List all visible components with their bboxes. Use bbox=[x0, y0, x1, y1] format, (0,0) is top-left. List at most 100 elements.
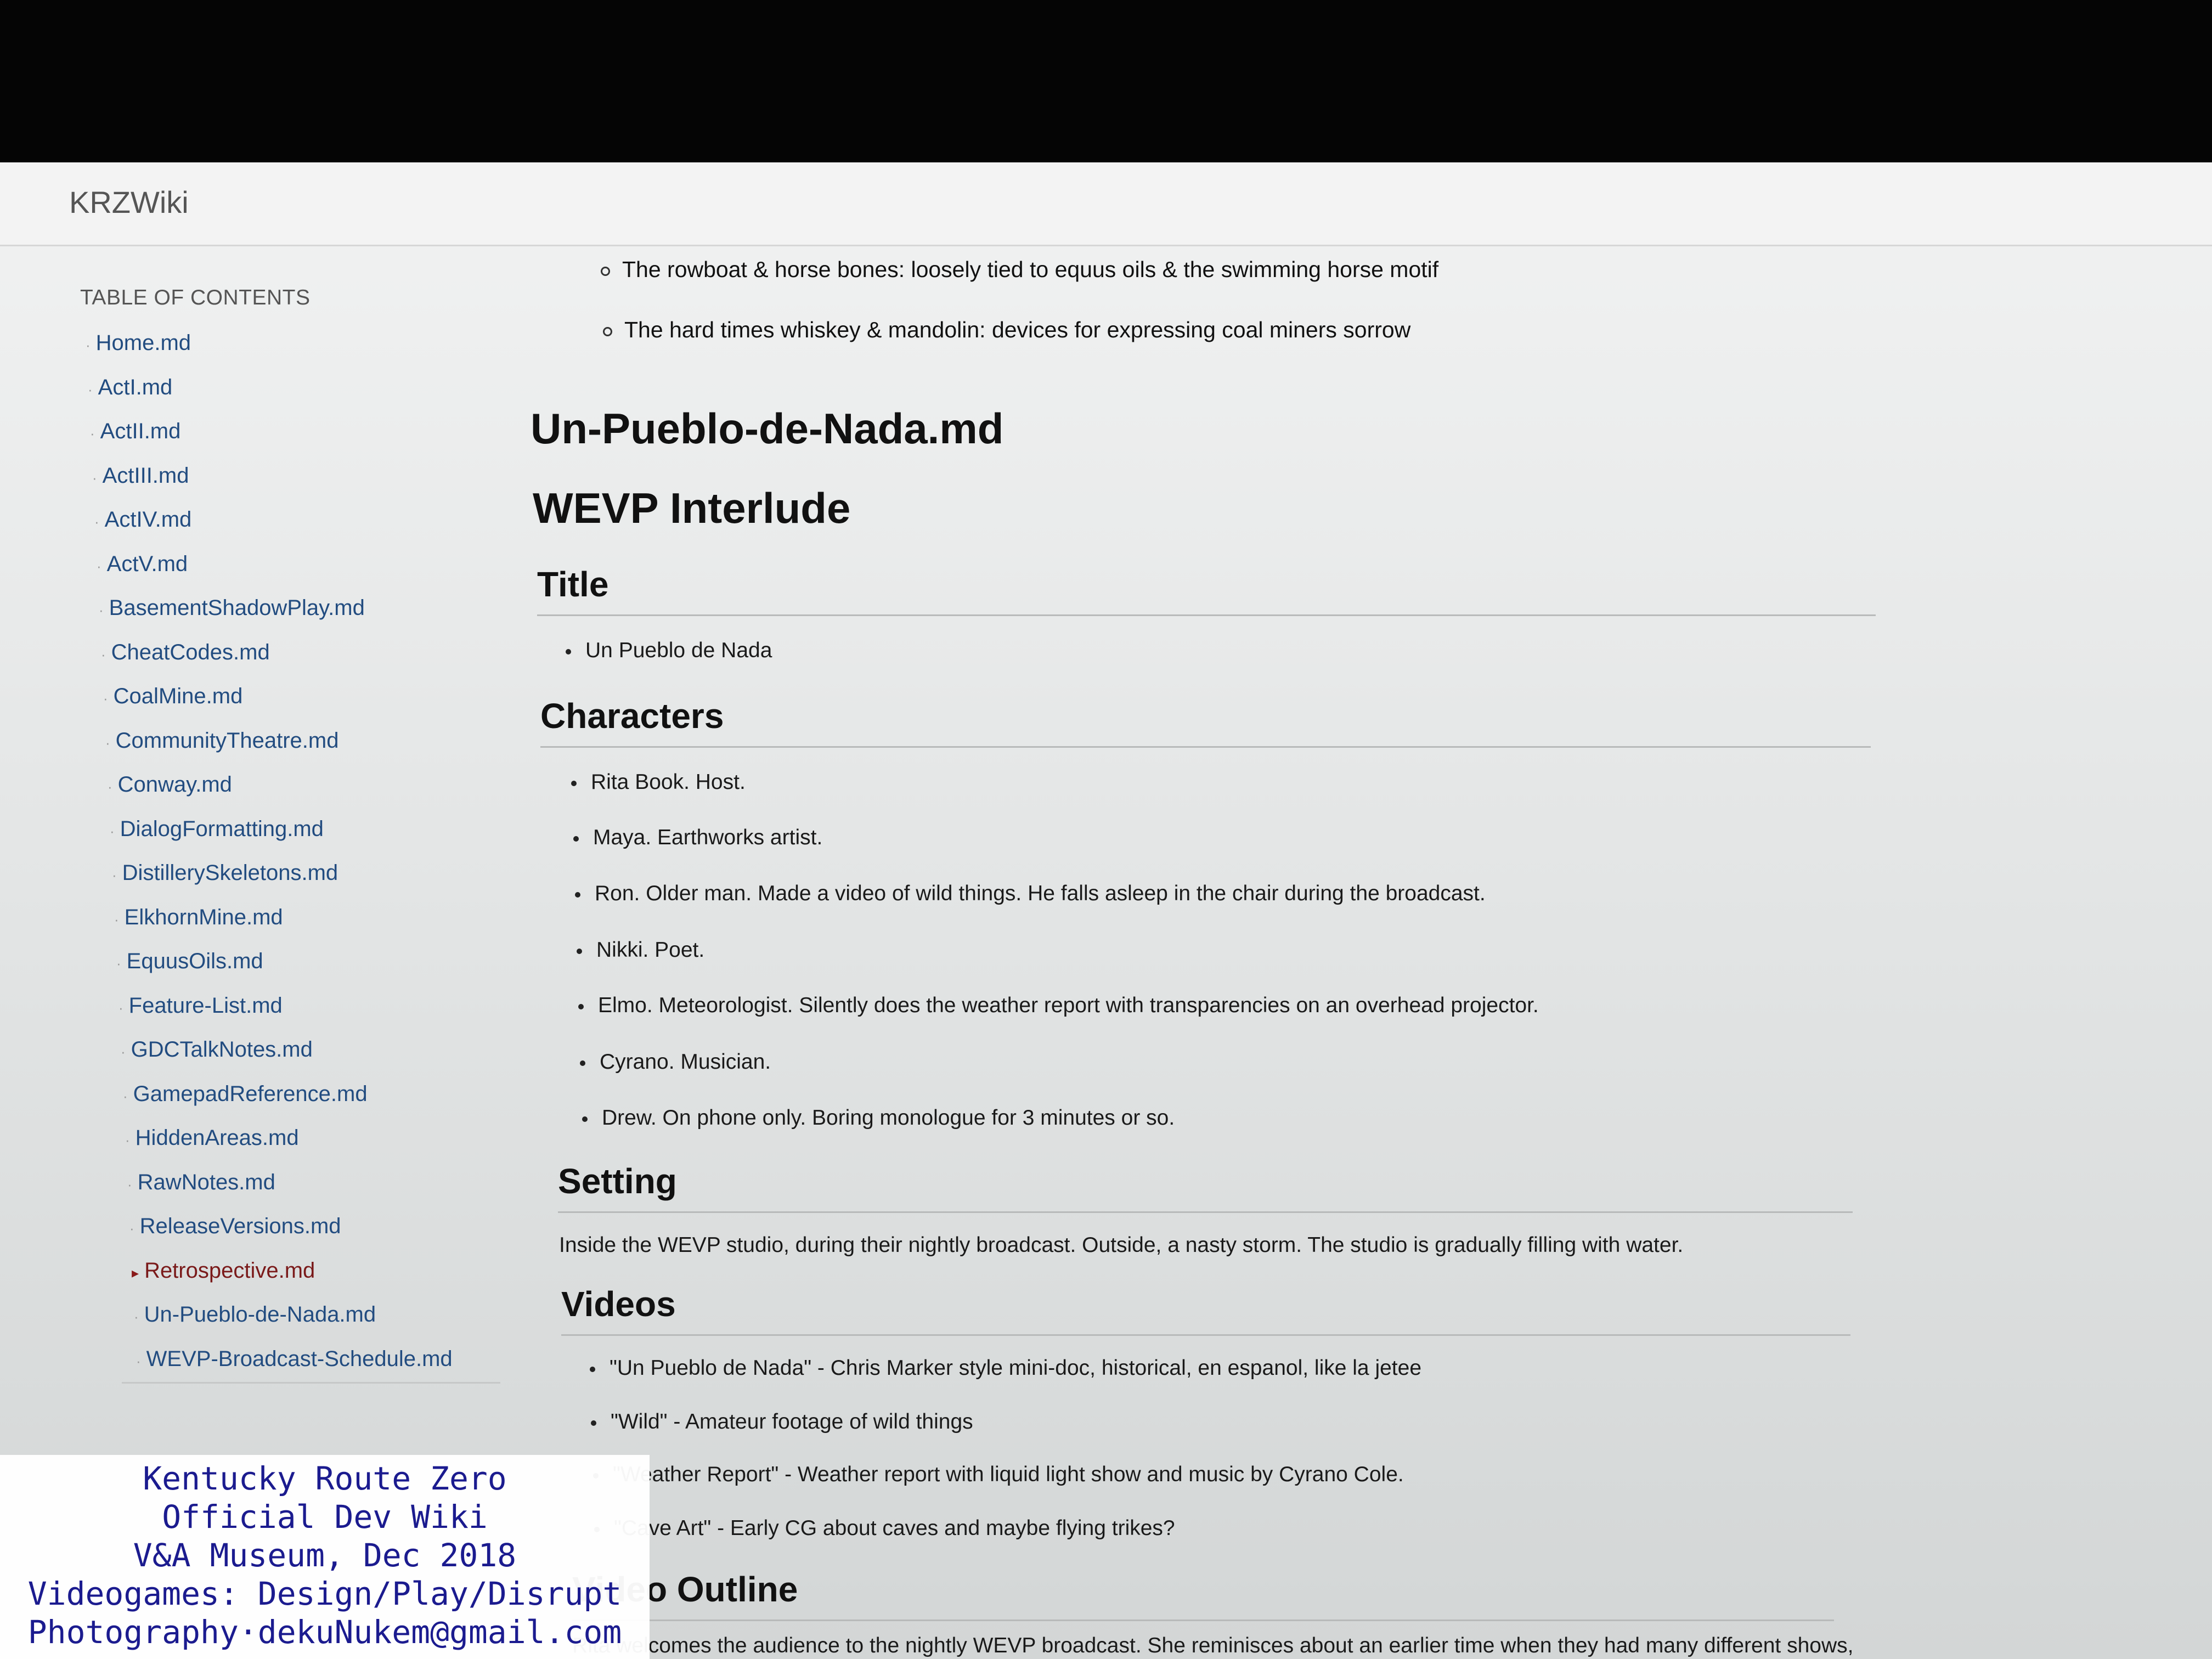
dot-icon: · bbox=[110, 822, 115, 839]
dot-icon: · bbox=[99, 602, 104, 618]
list-item: Maya. Earthworks artist. bbox=[573, 826, 822, 850]
toc-item-label: Home.md bbox=[95, 331, 191, 355]
section-heading-videos: Videos bbox=[561, 1284, 1850, 1336]
heading-rule bbox=[537, 614, 1876, 616]
toc-item-label: ReleaseVersions.md bbox=[139, 1214, 341, 1238]
toc-item[interactable]: · ActV.md bbox=[80, 550, 508, 594]
circle-bullet-icon bbox=[601, 266, 610, 276]
heading-rule bbox=[572, 1620, 1834, 1621]
watermark-line: Photography·dekuNukem@gmail.com bbox=[27, 1613, 622, 1651]
list-item: Nikki. Poet. bbox=[577, 938, 704, 962]
dot-icon: · bbox=[92, 469, 97, 486]
dot-icon: · bbox=[94, 514, 99, 530]
watermark-line: V&A Museum, Dec 2018 bbox=[133, 1537, 517, 1574]
doc-title: WEVP Interlude bbox=[533, 484, 851, 532]
toc-header: TABLE OF CONTENTS bbox=[80, 286, 311, 309]
toc-item[interactable]: · ReleaseVersions.md bbox=[80, 1212, 508, 1256]
toc-item-label: RawNotes.md bbox=[137, 1170, 275, 1194]
toc-item-label: Un-Pueblo-de-Nada.md bbox=[144, 1302, 376, 1327]
toc-item[interactable]: · BasementShadowPlay.md bbox=[80, 594, 508, 638]
dot-icon: · bbox=[121, 1043, 126, 1060]
toc-item-label: EquusOils.md bbox=[126, 949, 263, 973]
toc-item-label: BasementShadowPlay.md bbox=[109, 596, 365, 620]
toc-item[interactable]: · HiddenAreas.md bbox=[80, 1124, 508, 1168]
list-item: "Wild" - Amateur footage of wild things bbox=[591, 1410, 973, 1434]
bullet-icon bbox=[575, 891, 580, 898]
toc-item[interactable]: · DialogFormatting.md bbox=[80, 815, 508, 859]
toc-item-label: Feature-List.md bbox=[128, 993, 283, 1018]
heading-rule bbox=[561, 1334, 1850, 1336]
toc-item[interactable]: · Conway.md bbox=[80, 770, 508, 815]
toc-item-label: ActII.md bbox=[100, 419, 181, 443]
browser-viewport: KRZWiki TABLE OF CONTENTS · Home.md · ActI.… bbox=[0, 162, 2212, 1659]
brand-link[interactable]: KRZWiki bbox=[69, 184, 189, 220]
bullet-icon bbox=[580, 1060, 585, 1066]
bullet-icon bbox=[591, 1420, 596, 1426]
toc-item-label: ActIV.md bbox=[104, 507, 192, 532]
toc-item-label: GDCTalkNotes.md bbox=[131, 1037, 313, 1062]
toc-item-label: GamepadReference.md bbox=[133, 1081, 368, 1106]
list-item: The hard times whiskey & mandolin: devic… bbox=[603, 317, 1410, 343]
toc-item[interactable]: · CheatCodes.md bbox=[80, 638, 508, 682]
toc-item[interactable]: · GDCTalkNotes.md bbox=[80, 1035, 508, 1080]
toc-item-label: WEVP-Broadcast-Schedule.md bbox=[146, 1346, 453, 1371]
bullet-icon bbox=[582, 1116, 588, 1122]
toc-item[interactable]: · ActII.md bbox=[80, 417, 508, 461]
navbar: KRZWiki bbox=[0, 162, 2212, 246]
dot-icon: · bbox=[123, 1087, 128, 1104]
toc-item[interactable]: · RawNotes.md bbox=[80, 1168, 508, 1212]
dot-icon: · bbox=[90, 425, 95, 442]
table-of-contents: TABLE OF CONTENTS · Home.md · ActI.md · ActII… bbox=[80, 286, 508, 1384]
toc-item[interactable]: · Un-Pueblo-de-Nada.md bbox=[80, 1300, 508, 1345]
dot-icon: · bbox=[136, 1352, 141, 1369]
list-item-text: The hard times whiskey & mandolin: devic… bbox=[624, 317, 1411, 342]
watermark-line: Kentucky Route Zero bbox=[143, 1460, 507, 1497]
circle-bullet-icon bbox=[603, 326, 612, 336]
toc-item[interactable]: · ActI.md bbox=[80, 373, 508, 417]
monitor-bezel bbox=[0, 0, 2212, 163]
dot-icon: · bbox=[125, 1132, 130, 1148]
bullet-icon bbox=[573, 836, 579, 842]
bullet-icon bbox=[590, 1366, 595, 1372]
list-item-text: The rowboat & horse bones: loosely tied … bbox=[622, 257, 1439, 282]
toc-list: · Home.md · ActI.md · ActII.md · ActIII.md · ActI… bbox=[80, 329, 508, 1389]
bullet-icon bbox=[578, 1003, 584, 1009]
list-item: Ron. Older man. Made a video of wild thi… bbox=[575, 882, 1486, 906]
toc-item[interactable]: · CommunityTheatre.md bbox=[80, 726, 508, 771]
dot-icon: · bbox=[112, 867, 117, 883]
dot-icon: · bbox=[114, 911, 119, 928]
list-item: Elmo. Meteorologist. Silently does the w… bbox=[578, 994, 1539, 1018]
dot-icon: · bbox=[134, 1308, 139, 1325]
dot-icon: · bbox=[97, 557, 101, 574]
list-item: "Cave Art" - Early CG about caves and ma… bbox=[594, 1516, 1175, 1541]
watermark-line: Videogames: Design/Play/Disrupt bbox=[27, 1575, 622, 1612]
bullet-icon bbox=[577, 948, 582, 954]
dot-icon: · bbox=[108, 778, 112, 795]
dot-icon: · bbox=[116, 955, 121, 972]
bullet-icon bbox=[566, 648, 571, 654]
toc-item-label: CoalMine.md bbox=[113, 684, 243, 708]
dot-icon: · bbox=[103, 690, 108, 707]
section-heading-setting: Setting bbox=[558, 1161, 1853, 1213]
list-item: Rita Book. Host. bbox=[571, 770, 746, 794]
toc-item[interactable]: · Home.md bbox=[80, 329, 508, 373]
dot-icon: · bbox=[127, 1176, 132, 1193]
toc-item-label: ActV.md bbox=[106, 551, 188, 576]
page-title: Un-Pueblo-de-Nada.md bbox=[531, 404, 1004, 453]
toc-item[interactable]: · GamepadReference.md bbox=[80, 1080, 508, 1124]
list-item: "Weather Report" - Weather report with l… bbox=[593, 1463, 1404, 1487]
dot-icon: · bbox=[119, 999, 123, 1016]
toc-item[interactable]: · ActIV.md bbox=[80, 505, 508, 550]
toc-item-label: Conway.md bbox=[117, 772, 232, 797]
toc-item-label: HiddenAreas.md bbox=[135, 1126, 299, 1150]
setting-paragraph: Inside the WEVP studio, during their nig… bbox=[559, 1233, 1684, 1257]
bullet-icon bbox=[571, 780, 577, 786]
toc-item-label: DialogFormatting.md bbox=[120, 816, 324, 841]
toc-item[interactable]: · ElkhornMine.md bbox=[80, 903, 508, 947]
toc-item[interactable]: · DistillerySkeletons.md bbox=[80, 859, 508, 903]
toc-item[interactable]: · EquusOils.md bbox=[80, 947, 508, 991]
toc-item[interactable]: ▸ Retrospective.md bbox=[80, 1256, 508, 1301]
toc-item[interactable]: · CoalMine.md bbox=[80, 682, 508, 726]
toc-item[interactable]: · ActIII.md bbox=[80, 461, 508, 506]
toc-item[interactable]: · Feature-List.md bbox=[80, 991, 508, 1036]
